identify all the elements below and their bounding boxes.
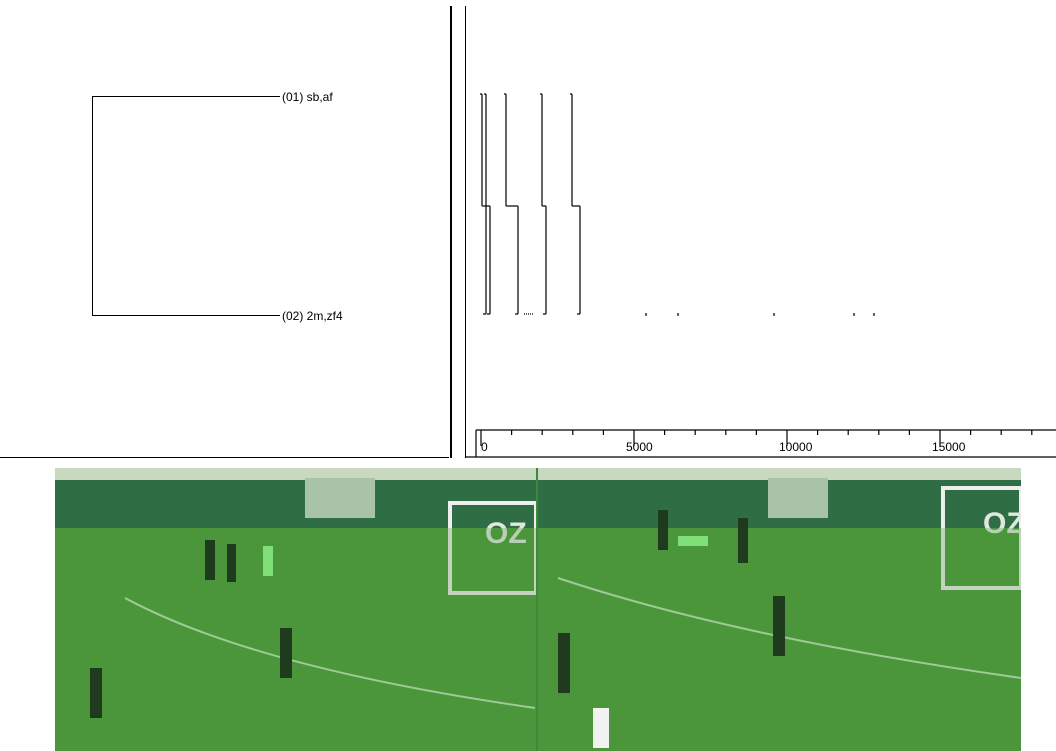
tree-trunk bbox=[92, 96, 93, 315]
frame-right-image: OZ bbox=[538, 468, 1021, 751]
video-strip: OZ OZ bbox=[55, 468, 1021, 751]
track-pane: 0 5000 10000 15000 bbox=[466, 0, 1056, 458]
tick-label-10000: 10000 bbox=[779, 440, 813, 454]
leaf-label-02: (02) 2m,zf4 bbox=[282, 309, 343, 323]
tree-branch-bottom bbox=[92, 315, 280, 316]
splitter-left[interactable] bbox=[450, 6, 452, 458]
tick-label-0: 0 bbox=[481, 440, 488, 454]
dendrogram-pane: (01) sb,af (02) 2m,zf4 bbox=[0, 0, 449, 458]
track-svg bbox=[466, 93, 1056, 458]
pane-bottom-border bbox=[0, 457, 449, 458]
video-frame-left[interactable]: OZ bbox=[55, 468, 536, 751]
leaf-label-01: (01) sb,af bbox=[282, 90, 333, 104]
frame-left-image: OZ bbox=[55, 468, 536, 751]
tick-label-5000: 5000 bbox=[626, 440, 653, 454]
tick-label-15000: 15000 bbox=[932, 440, 966, 454]
video-frame-right[interactable]: OZ bbox=[538, 468, 1021, 751]
tree-branch-top bbox=[92, 96, 280, 97]
